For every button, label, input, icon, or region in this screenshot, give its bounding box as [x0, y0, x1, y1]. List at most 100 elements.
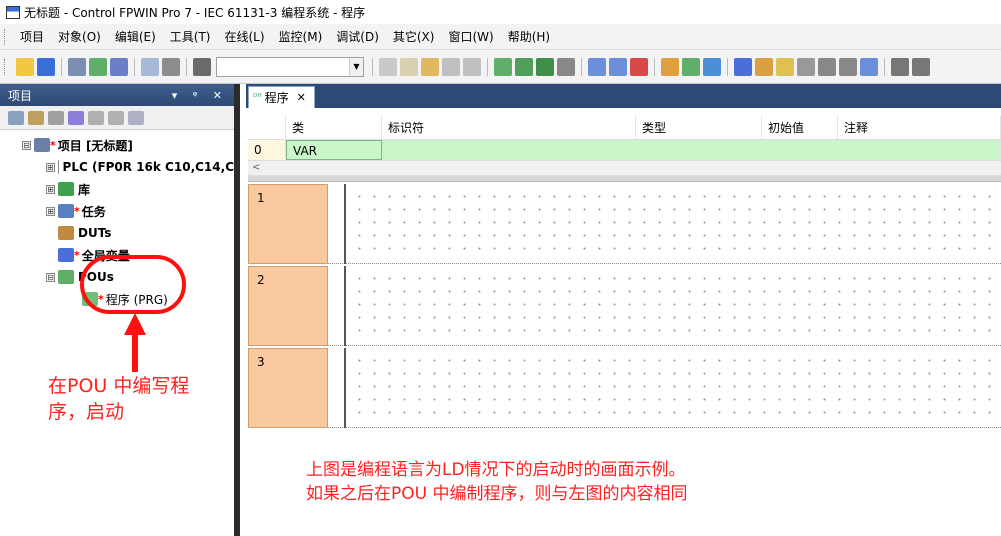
- init-cell[interactable]: [762, 140, 838, 160]
- scroll-left-icon[interactable]: <: [252, 162, 260, 173]
- contact-open-icon[interactable]: [891, 57, 909, 76]
- tab-program[interactable]: ᴰᴴ 程序 ✕: [248, 86, 315, 108]
- open-icon[interactable]: [16, 57, 34, 76]
- network-1[interactable]: 1: [248, 184, 1001, 264]
- return-icon[interactable]: [860, 57, 878, 76]
- save-icon[interactable]: [37, 57, 55, 76]
- jump-icon[interactable]: [818, 57, 836, 76]
- tree-node-label: 任务: [81, 204, 106, 219]
- line-tool-icon[interactable]: [734, 57, 752, 76]
- rebuild-icon[interactable]: [536, 57, 554, 76]
- expand-icon[interactable]: ⊞: [46, 162, 55, 172]
- network-grid[interactable]: [352, 190, 997, 258]
- compile-all-icon[interactable]: [110, 57, 128, 76]
- network-grid[interactable]: [352, 354, 997, 422]
- build-icon[interactable]: [515, 57, 533, 76]
- collapse-icon[interactable]: ⊟: [22, 140, 31, 150]
- network-3[interactable]: 3: [248, 348, 1001, 428]
- row-number: 0: [248, 140, 286, 160]
- delete-network-icon[interactable]: [630, 57, 648, 76]
- panel-header-icons[interactable]: ▾ ᵠ ✕: [172, 89, 228, 102]
- move-up-icon[interactable]: [88, 110, 104, 125]
- chevron-down-icon[interactable]: ▼: [349, 57, 363, 76]
- coil-icon[interactable]: [776, 57, 794, 76]
- contact-icon[interactable]: [755, 57, 773, 76]
- online-icon[interactable]: [557, 57, 575, 76]
- sort-icon[interactable]: [128, 110, 144, 125]
- annotation-bottom-line2: 如果之后在POU 中编制程序，则与左图的内容相同: [306, 484, 688, 504]
- project-icon: [34, 138, 50, 152]
- col-header-identifier: 标识符: [382, 116, 636, 139]
- window-icon[interactable]: [68, 57, 86, 76]
- network-grid[interactable]: [352, 272, 997, 340]
- menu-other[interactable]: 其它(X): [386, 26, 442, 47]
- expand-icon[interactable]: ⊞: [46, 184, 55, 194]
- menu-debug[interactable]: 调试(D): [329, 26, 386, 47]
- insert-network-below-icon[interactable]: [609, 57, 627, 76]
- col-header-num: [248, 116, 286, 139]
- compile-icon[interactable]: [89, 57, 107, 76]
- copy-icon[interactable]: [400, 57, 418, 76]
- tree-node-project[interactable]: ⊟ * 项目 [无标题]: [0, 134, 234, 156]
- close-icon[interactable]: ✕: [297, 91, 306, 104]
- menu-tools[interactable]: 工具(T): [163, 26, 218, 47]
- compile-pou-icon[interactable]: [494, 57, 512, 76]
- move-down-icon[interactable]: [108, 110, 124, 125]
- cut-icon[interactable]: [379, 57, 397, 76]
- search-combo[interactable]: ▼: [216, 56, 364, 77]
- class-cell[interactable]: VAR: [286, 140, 382, 160]
- dut-icon: [58, 226, 74, 240]
- variables-icon[interactable]: [661, 57, 679, 76]
- undo-icon[interactable]: [442, 57, 460, 76]
- tree-node-duts[interactable]: DUTs: [0, 222, 234, 244]
- menu-object[interactable]: 对象(O): [51, 26, 108, 47]
- new-object-icon[interactable]: [8, 110, 24, 125]
- menu-online[interactable]: 在线(L): [217, 26, 271, 47]
- properties-icon[interactable]: [68, 110, 84, 125]
- menu-grip: [4, 28, 7, 45]
- function-block-icon[interactable]: [797, 57, 815, 76]
- project-panel-toolbar: [0, 106, 234, 130]
- col-header-type: 类型: [636, 116, 762, 139]
- modified-star: *: [50, 138, 56, 152]
- insert-network-icon[interactable]: [588, 57, 606, 76]
- menu-monitor[interactable]: 监控(M): [272, 26, 330, 47]
- menu-help[interactable]: 帮助(H): [501, 26, 557, 47]
- table-row[interactable]: 0 VAR: [248, 140, 1001, 160]
- redo-icon[interactable]: [463, 57, 481, 76]
- type-cell[interactable]: [636, 140, 762, 160]
- tree-node-tasks[interactable]: ⊞ * 任务: [0, 200, 234, 222]
- tree-node-label: 库: [78, 182, 91, 197]
- menu-edit[interactable]: 编辑(E): [108, 26, 163, 47]
- collapse-icon[interactable]: ⊟: [46, 272, 55, 282]
- menu-project[interactable]: 项目: [13, 26, 51, 47]
- print-preview-icon[interactable]: [141, 57, 159, 76]
- power-rail: [344, 184, 346, 264]
- find-icon[interactable]: [193, 57, 211, 76]
- task-icon: [58, 204, 74, 218]
- tree-node-library[interactable]: ⊞ 库: [0, 178, 234, 200]
- tree-node-plc[interactable]: ⊞ PLC (FP0R 16k C10,C14,C: [0, 156, 234, 178]
- annotation-left: 在POU 中编写程 序，启动: [48, 373, 228, 425]
- network-number: 2: [248, 266, 328, 346]
- pou-icon-tb[interactable]: [682, 57, 700, 76]
- label-icon[interactable]: [839, 57, 857, 76]
- paste-icon[interactable]: [421, 57, 439, 76]
- pane-splitter[interactable]: [248, 176, 1001, 182]
- identifier-cell[interactable]: [382, 140, 636, 160]
- modified-star: *: [74, 204, 80, 218]
- comment-cell[interactable]: [838, 140, 1001, 160]
- expand-icon[interactable]: ⊞: [46, 206, 55, 216]
- variable-table: 类 标识符 类型 初始值 注释 0 VAR <: [248, 116, 1001, 182]
- print-icon[interactable]: [162, 57, 180, 76]
- add-icon[interactable]: [28, 110, 44, 125]
- library-icon-tb[interactable]: [703, 57, 721, 76]
- col-header-init: 初始值: [762, 116, 838, 139]
- menu-window[interactable]: 窗口(W): [441, 26, 500, 47]
- horizontal-scrollbar[interactable]: <: [248, 160, 1001, 176]
- delete-icon[interactable]: [48, 110, 64, 125]
- menu-bar: 项目 对象(O) 编辑(E) 工具(T) 在线(L) 监控(M) 调试(D) 其…: [0, 24, 1001, 50]
- contact-closed-icon[interactable]: [912, 57, 930, 76]
- col-header-comment: 注释: [838, 116, 1001, 139]
- network-2[interactable]: 2: [248, 266, 1001, 346]
